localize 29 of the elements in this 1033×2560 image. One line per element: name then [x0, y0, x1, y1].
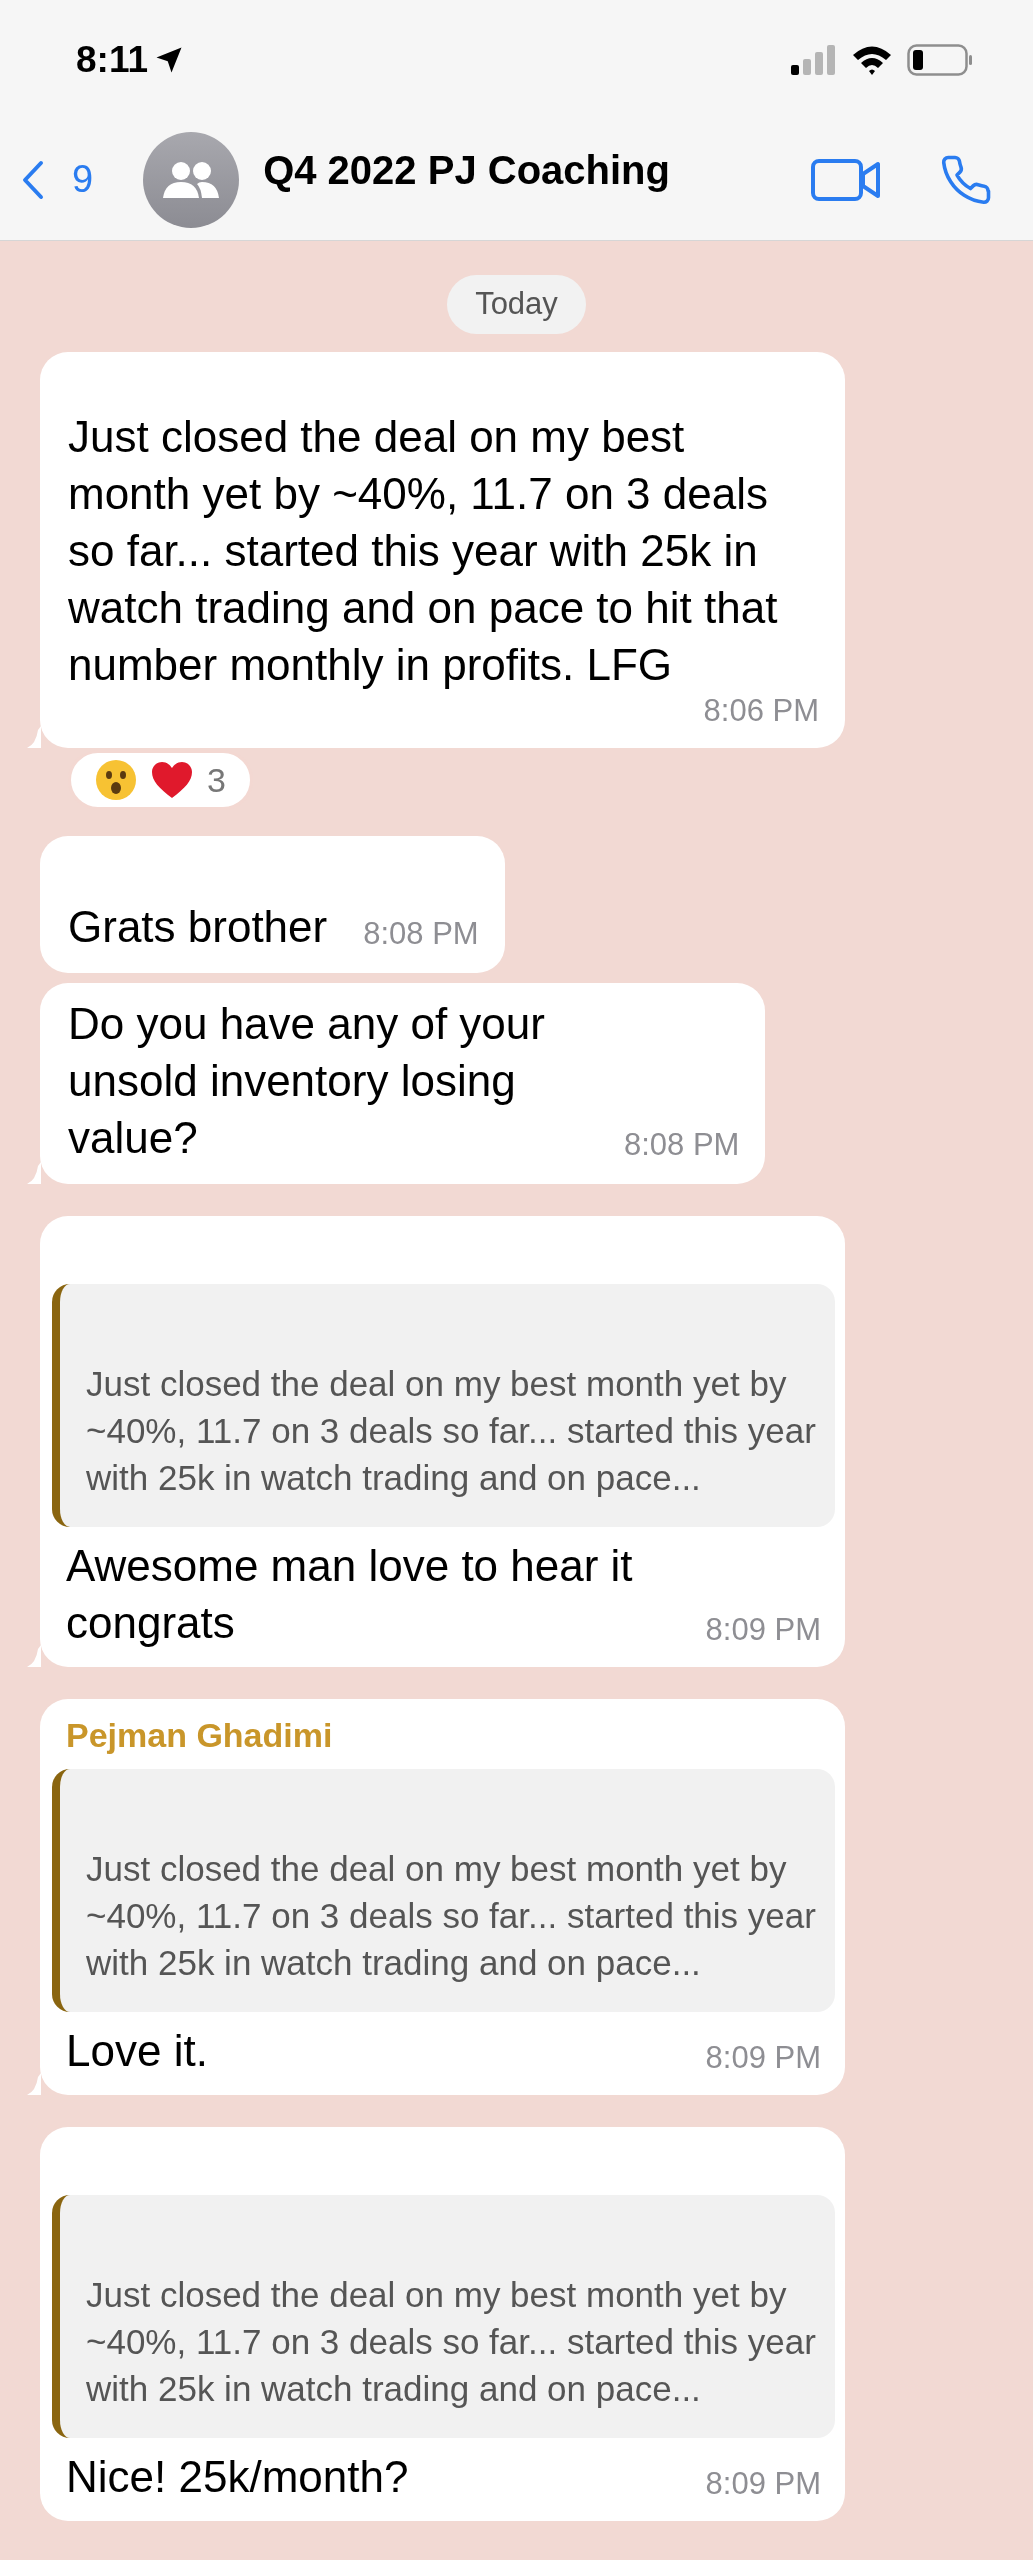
group-icon [161, 159, 222, 200]
message-text: Just closed the deal on my best month yet by ~40%, 11.7 on 3 deals so far... started this year with 25k in watch trading and on pace to hit that number monthly in profits. LFG [68, 410, 779, 691]
message-time: 8:08 PM [624, 1126, 740, 1162]
message-time: 8:06 PM [703, 694, 819, 726]
message-time: 8:09 PM [705, 1611, 821, 1647]
message-text: Nice! 25k/month? [66, 2450, 409, 2503]
chat-title[interactable]: Q4 2022 PJ Coaching [263, 139, 670, 200]
quoted-text: Just closed the deal on my best month yet by ~40%, 11.7 on 3 deals so far... started this year with 25k in watch trading and on pace... [86, 1847, 817, 1984]
message-time: 8:09 PM [705, 2039, 821, 2075]
quoted-message[interactable]: Just closed the deal on my best month yet by ~40%, 11.7 on 3 deals so far... started this year with 25k in watch trading and on pace... [52, 2194, 835, 2438]
quoted-message[interactable]: Just closed the deal on my best month yet by ~40%, 11.7 on 3 deals so far... started this year with 25k in watch trading and on pace... [52, 1283, 835, 1527]
message-time: 8:09 PM [705, 2465, 821, 2501]
message-text: Love it. [66, 2024, 208, 2077]
battery-icon [907, 43, 973, 76]
signal-icon [791, 44, 837, 75]
video-call-icon[interactable] [811, 157, 881, 202]
message-text: Awesome man love to hear it congrats [66, 1539, 634, 1649]
heart-icon [151, 760, 193, 799]
reaction-count: 3 [207, 762, 226, 797]
quoted-text: Just closed the deal on my best month yet by ~40%, 11.7 on 3 deals so far... started this year with 25k in watch trading and on pace... [86, 2273, 817, 2410]
back-chevron-icon [22, 159, 44, 200]
message-time: 8:08 PM [363, 915, 479, 951]
message-text: Do you have any of your unsold inventory losing value? [68, 997, 546, 1164]
message-text: Grats brother [68, 900, 328, 953]
surprised-emoji-icon [95, 758, 137, 801]
status-time: 8:11 [76, 38, 148, 82]
quoted-message[interactable]: Just closed the deal on my best month yet by ~40%, 11.7 on 3 deals so far... started this year with 25k in watch trading and on pace... [52, 1768, 835, 2012]
back-button[interactable]: 9 [22, 151, 94, 209]
quoted-text: Just closed the deal on my best month yet by ~40%, 11.7 on 3 deals so far... started this year with 25k in watch trading and on pace... [86, 1362, 817, 1499]
